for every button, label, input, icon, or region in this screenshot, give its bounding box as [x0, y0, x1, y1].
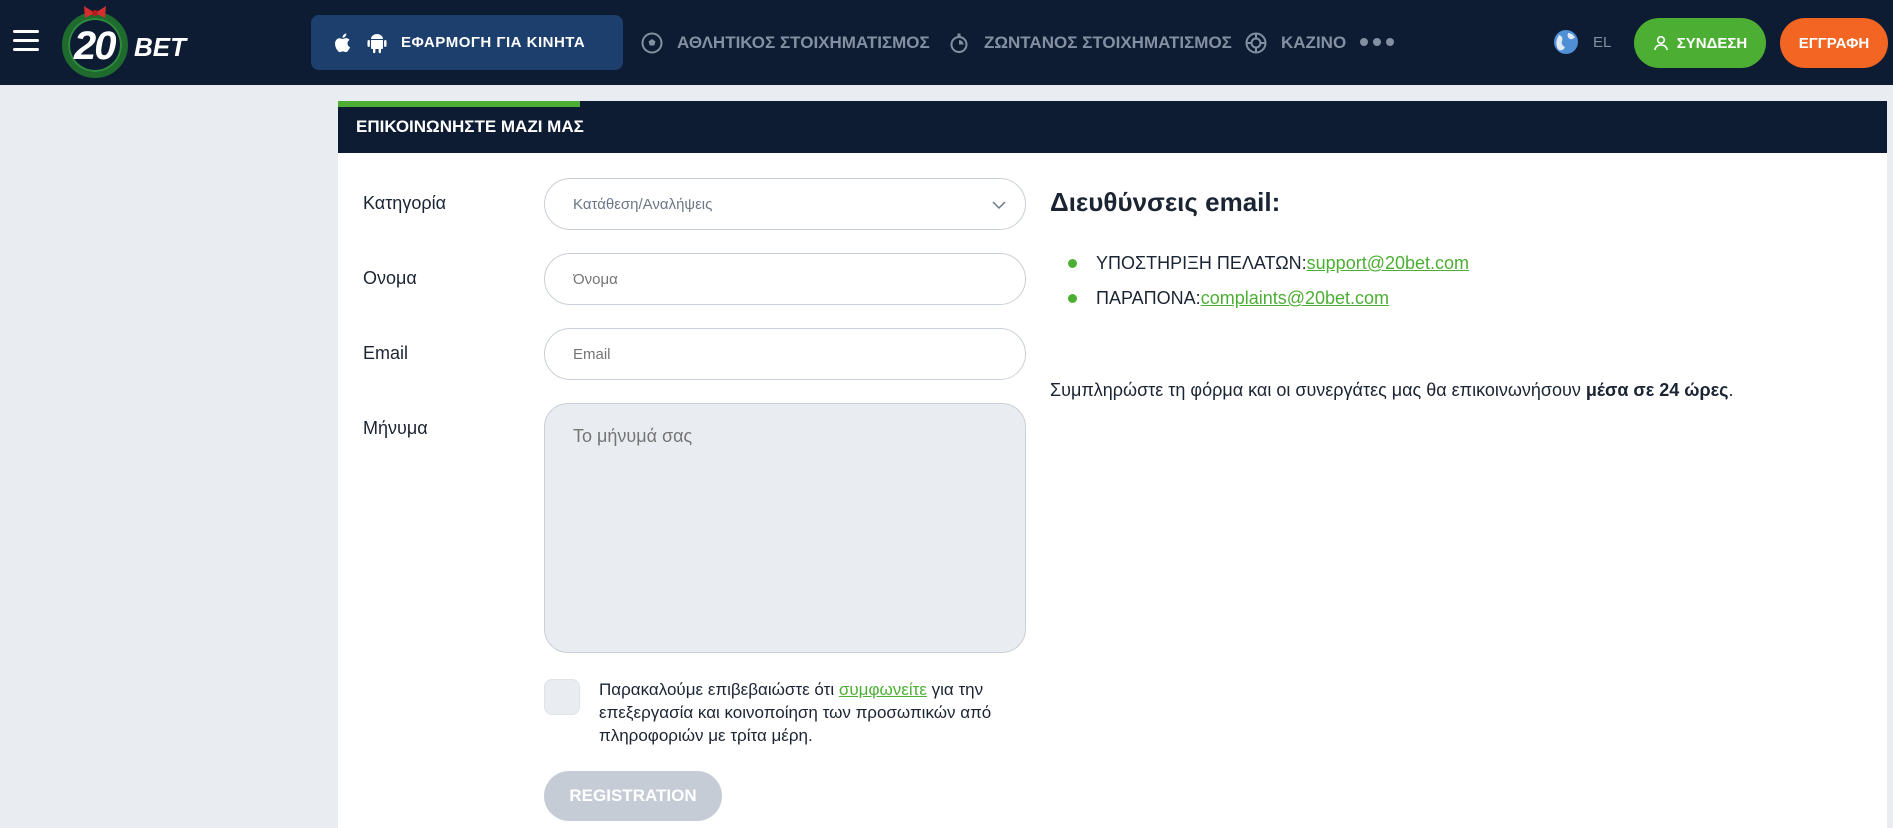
name-field-wrapper: [544, 253, 1026, 305]
complaints-email-label: ΠΑΡΑΠΟΝΑ:: [1096, 288, 1201, 308]
register-label: ΕΓΓΡΑΦΗ: [1798, 34, 1870, 52]
roulette-icon: [1245, 32, 1267, 53]
email-list: ΥΠΟΣΤΗΡΙΞΗ ΠΕΛΑΤΩΝ:support@20bet.com ΠΑΡ…: [1068, 253, 1469, 323]
globe-icon: [1554, 30, 1578, 54]
bullet-icon: [1068, 294, 1077, 303]
name-input[interactable]: [573, 270, 1025, 288]
mobile-app-label: ΕΦΑΡΜΟΓΗ ΓΙΑ ΚΙΝΗΤΑ: [401, 34, 586, 51]
message-textarea[interactable]: [573, 426, 997, 630]
top-header: 20 BET ΕΦΑΡΜΟΓΗ ΓΙΑ ΚΙΝΗΤΑ ΑΘΛΗΤΙΚΟΣ ΣΤΟ…: [0, 0, 1893, 85]
page-title: ΕΠΙΚΟΙΝΩΝΗΣΤΕ ΜΑΖΙ ΜΑΣ: [356, 117, 584, 136]
info-end: .: [1728, 380, 1734, 400]
response-time-info: Συμπληρώστε τη φόρμα και οι συνεργάτες μ…: [1050, 380, 1734, 401]
email-label: Email: [363, 343, 409, 363]
apple-icon: [335, 33, 350, 52]
mobile-app-button[interactable]: ΕΦΑΡΜΟΓΗ ΓΙΑ ΚΙΝΗΤΑ: [311, 15, 623, 70]
info-bold: μέσα σε 24 ώρες: [1585, 380, 1729, 400]
header-accent-bar: [338, 101, 580, 107]
nav-casino[interactable]: ΚΑΖΙΝΟ: [1245, 0, 1346, 85]
email-field-wrapper: [544, 328, 1026, 380]
chevron-down-icon: [992, 201, 1006, 210]
bullet-icon: [1068, 259, 1077, 268]
login-label: ΣΥΝΔΕΣΗ: [1676, 34, 1748, 52]
consent-prefix: Παρακαλούμε επιβεβαιώστε ότι: [599, 680, 839, 699]
email-list-item: ΥΠΟΣΤΗΡΙΞΗ ΠΕΛΑΤΩΝ:support@20bet.com: [1068, 253, 1469, 276]
language-selector[interactable]: EL: [1553, 29, 1611, 55]
nav-sports-label: ΑΘΛΗΤΙΚΟΣ ΣΤΟΙΧΗΜΑΤΙΣΜΟΣ: [677, 32, 930, 52]
login-button[interactable]: ΣΥΝΔΕΣΗ: [1634, 18, 1766, 68]
user-icon: [1653, 35, 1668, 51]
stopwatch-icon: [950, 33, 968, 53]
category-label: Κατηγορία: [363, 193, 446, 213]
nav-casino-label: ΚΑΖΙΝΟ: [1281, 32, 1347, 52]
submit-label: REGISTRATION: [569, 786, 697, 805]
nav-live-label: ΖΩΝΤΑΝΟΣ ΣΤΟΙΧΗΜΑΤΙΣΜΟΣ: [984, 32, 1232, 52]
nav-live-betting[interactable]: ΖΩΝΤΑΝΟΣ ΣΤΟΙΧΗΜΑΤΙΣΜΟΣ: [948, 0, 1232, 85]
support-email-link[interactable]: support@20bet.com: [1307, 253, 1469, 273]
info-text: Συμπληρώστε τη φόρμα και οι συνεργάτες μ…: [1050, 380, 1586, 400]
site-logo[interactable]: 20 BET: [60, 4, 190, 80]
android-icon: [367, 33, 387, 53]
contact-panel: ΕΠΙΚΟΙΝΩΝΗΣΤΕ ΜΑΖΙ ΜΑΣ Κατηγορία Κατάθεσ…: [338, 101, 1887, 828]
category-select[interactable]: Κατάθεση/Αναλήψεις: [544, 178, 1026, 230]
soccer-ball-icon: [641, 32, 663, 53]
hamburger-menu-icon[interactable]: [13, 30, 39, 54]
consent-text: Παρακαλούμε επιβεβαιώστε ότι συμφωνείτε …: [599, 678, 1039, 747]
name-label: Ονομα: [363, 268, 417, 288]
registration-submit-button[interactable]: REGISTRATION: [544, 771, 722, 821]
support-email-label: ΥΠΟΣΤΗΡΙΞΗ ΠΕΛΑΤΩΝ:: [1096, 253, 1307, 273]
email-list-item: ΠΑΡΑΠΟΝΑ:complaints@20bet.com: [1068, 288, 1469, 311]
register-button[interactable]: ΕΓΓΡΑΦΗ: [1780, 18, 1888, 68]
panel-header: ΕΠΙΚΟΙΝΩΝΗΣΤΕ ΜΑΖΙ ΜΑΣ: [338, 101, 1887, 153]
category-value: Κατάθεση/Αναλήψεις: [573, 195, 713, 213]
bow-icon: [84, 6, 106, 18]
email-input[interactable]: [573, 345, 1025, 363]
complaints-email-link[interactable]: complaints@20bet.com: [1201, 288, 1389, 308]
more-menu-icon[interactable]: [1360, 38, 1394, 46]
logo-number: 20: [74, 24, 116, 68]
consent-checkbox[interactable]: [544, 679, 580, 715]
consent-agree-link[interactable]: συμφωνείτε: [839, 680, 927, 699]
nav-sports-betting[interactable]: ΑΘΛΗΤΙΚΟΣ ΣΤΟΙΧΗΜΑΤΙΣΜΟΣ: [641, 0, 930, 85]
emails-heading: Διευθύνσεις email:: [1050, 187, 1281, 217]
language-code: EL: [1593, 33, 1612, 51]
message-field-wrapper: [544, 403, 1026, 653]
message-label: Μήνυμα: [363, 418, 428, 438]
logo-brand: BET: [134, 32, 186, 62]
